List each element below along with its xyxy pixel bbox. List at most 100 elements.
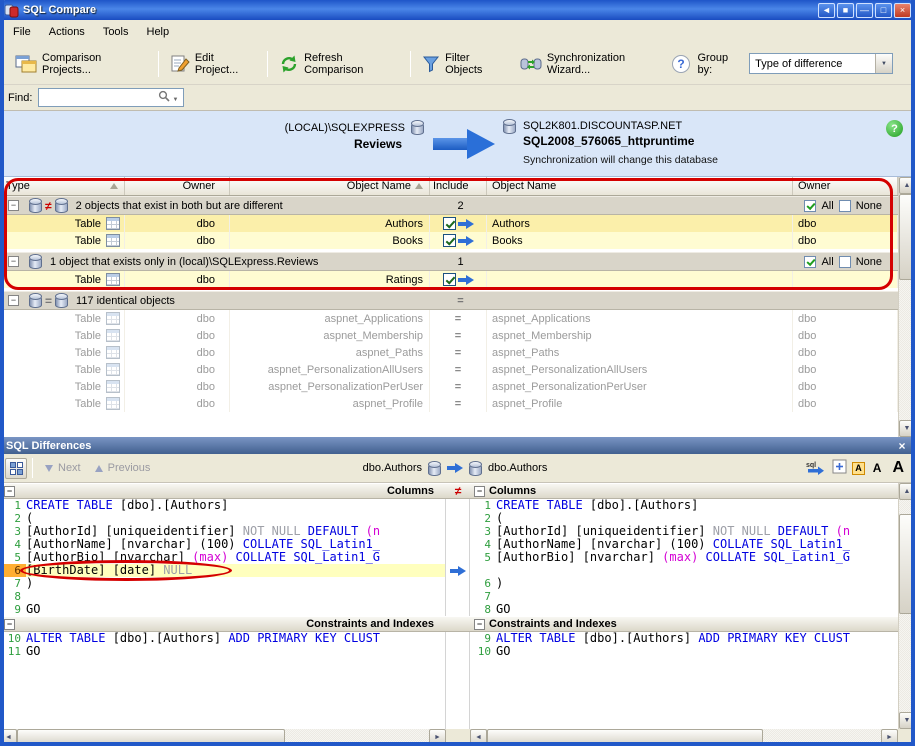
line-number: 10 bbox=[470, 645, 496, 658]
collapse-icon[interactable] bbox=[474, 619, 485, 630]
window-extra-button[interactable]: ◄ bbox=[818, 3, 835, 18]
column-header-object-right[interactable]: Object Name bbox=[487, 177, 793, 195]
chevron-down-icon[interactable] bbox=[170, 92, 180, 104]
object-type-label: Table bbox=[75, 330, 101, 342]
section-header-right[interactable]: Columns bbox=[470, 483, 898, 499]
include-all-icon[interactable] bbox=[804, 256, 816, 268]
find-input[interactable] bbox=[38, 88, 184, 107]
include-all-link[interactable]: All bbox=[821, 200, 833, 212]
include-all-icon[interactable] bbox=[804, 200, 816, 212]
help-icon[interactable]: ? bbox=[671, 54, 691, 74]
scroll-up-icon[interactable] bbox=[899, 177, 915, 194]
filter-objects-button[interactable]: Filter Objects bbox=[415, 49, 513, 79]
object-row[interactable]: Tabledboaspnet_Applications=aspnet_Appli… bbox=[0, 310, 898, 327]
scroll-right-icon[interactable] bbox=[429, 729, 446, 746]
scrollbar-thumb[interactable] bbox=[17, 729, 285, 746]
group-row[interactable]: =117 identical objects= bbox=[0, 291, 898, 310]
include-checkbox[interactable] bbox=[443, 273, 456, 286]
collapse-icon[interactable] bbox=[8, 256, 19, 267]
column-header-owner-right[interactable]: Owner bbox=[793, 177, 898, 195]
maximize-button[interactable]: □ bbox=[875, 3, 892, 18]
object-name-left: aspnet_PersonalizationPerUser bbox=[230, 378, 430, 395]
include-none-link[interactable]: None bbox=[856, 200, 882, 212]
collapse-icon[interactable] bbox=[4, 486, 15, 497]
include-all-link[interactable]: All bbox=[821, 256, 833, 268]
scroll-right-icon[interactable] bbox=[881, 729, 898, 746]
right-database-label: SQL2008_576065_httpruntime bbox=[523, 134, 718, 149]
scrollbar-thumb[interactable] bbox=[899, 194, 915, 280]
title-bar[interactable]: SQL Compare ◄ ■ — □ × bbox=[0, 0, 915, 20]
collapse-icon[interactable] bbox=[4, 619, 15, 630]
object-row[interactable]: TabledboAuthorsAuthorsdbo bbox=[0, 215, 898, 232]
help-icon[interactable] bbox=[886, 120, 903, 137]
comparison-projects-button[interactable]: Comparison Projects... bbox=[8, 49, 154, 79]
collapse-icon[interactable] bbox=[474, 486, 485, 497]
right-pane-hscrollbar[interactable] bbox=[470, 729, 898, 746]
code-line: 6) bbox=[470, 577, 898, 590]
diff-toolbar-right: sql A A A bbox=[805, 454, 907, 482]
object-row[interactable]: Tabledboaspnet_Paths=aspnet_Pathsdbo bbox=[0, 344, 898, 361]
window-extra-button-2[interactable]: ■ bbox=[837, 3, 854, 18]
scroll-up-icon[interactable] bbox=[899, 483, 915, 500]
line-number: 4 bbox=[470, 538, 496, 551]
database-icon bbox=[411, 120, 424, 135]
scroll-left-icon[interactable] bbox=[470, 729, 487, 746]
group-row[interactable]: 1 object that exists only in (local)\SQL… bbox=[0, 252, 898, 271]
left-pane-hscrollbar[interactable] bbox=[0, 729, 446, 746]
include-none-icon[interactable] bbox=[839, 256, 851, 268]
sql-view-icon[interactable]: sql bbox=[805, 459, 827, 478]
previous-difference-button[interactable]: Previous bbox=[88, 459, 158, 477]
column-header-include[interactable]: Include bbox=[430, 177, 487, 195]
object-row[interactable]: TabledboRatings bbox=[0, 271, 898, 288]
section-header-left[interactable]: Columns bbox=[0, 483, 446, 499]
view-mode-button[interactable] bbox=[5, 458, 27, 479]
menu-tools[interactable]: Tools bbox=[94, 23, 138, 41]
scroll-down-icon[interactable] bbox=[899, 420, 915, 437]
refresh-comparison-button[interactable]: Refresh Comparison bbox=[272, 49, 406, 79]
edit-project-button[interactable]: Edit Project... bbox=[163, 49, 263, 79]
font-size-small-button[interactable]: A bbox=[852, 462, 865, 475]
collapse-icon[interactable] bbox=[8, 200, 19, 211]
grid-vertical-scrollbar[interactable] bbox=[898, 177, 915, 437]
sql-differences-panel: SQL Differences Next Previous bbox=[0, 437, 915, 746]
column-header-owner-left[interactable]: Owner bbox=[125, 177, 230, 195]
sql-text: ( bbox=[26, 512, 33, 525]
object-row[interactable]: Tabledboaspnet_PersonalizationPerUser=as… bbox=[0, 378, 898, 395]
sync-wizard-button[interactable]: Synchronization Wizard... bbox=[513, 49, 672, 79]
menu-actions[interactable]: Actions bbox=[40, 23, 94, 41]
column-header-type[interactable]: Type bbox=[0, 177, 125, 195]
chevron-down-icon[interactable] bbox=[875, 54, 892, 73]
comparison-header: (LOCAL)\SQLEXPRESS Reviews SQL2K801.DISC… bbox=[0, 111, 915, 177]
include-checkbox[interactable] bbox=[443, 217, 456, 230]
section-header-left[interactable]: Constraints and Indexes bbox=[0, 616, 446, 632]
object-row[interactable]: Tabledboaspnet_Membership=aspnet_Members… bbox=[0, 327, 898, 344]
menu-file[interactable]: File bbox=[4, 23, 40, 41]
next-difference-button[interactable]: Next bbox=[38, 459, 88, 477]
object-row[interactable]: Tabledboaspnet_Profile=aspnet_Profiledbo bbox=[0, 395, 898, 412]
scrollbar-thumb[interactable] bbox=[487, 729, 763, 746]
column-header-object-left[interactable]: Object Name bbox=[230, 177, 430, 195]
menu-help[interactable]: Help bbox=[138, 23, 179, 41]
section-header-right[interactable]: Constraints and Indexes bbox=[470, 616, 898, 632]
code-row: 1CREATE TABLE [dbo].[Authors]1CREATE TAB… bbox=[0, 499, 915, 512]
scrollbar-thumb[interactable] bbox=[899, 514, 915, 614]
minimize-button[interactable]: — bbox=[856, 3, 873, 18]
object-row[interactable]: Tabledboaspnet_PersonalizationAllUsers=a… bbox=[0, 361, 898, 378]
scroll-left-icon[interactable] bbox=[0, 729, 17, 746]
font-size-large-button[interactable]: A bbox=[889, 458, 907, 478]
comparison-projects-label: Comparison Projects... bbox=[42, 52, 147, 76]
include-none-icon[interactable] bbox=[839, 200, 851, 212]
group-row[interactable]: ≠2 objects that exist in both but are di… bbox=[0, 196, 898, 215]
font-size-medium-button[interactable]: A bbox=[870, 460, 885, 476]
expand-all-sections-icon[interactable] bbox=[832, 459, 847, 477]
group-by-select[interactable]: Type of difference bbox=[749, 53, 893, 74]
collapse-icon[interactable] bbox=[8, 295, 19, 306]
include-none-link[interactable]: None bbox=[856, 256, 882, 268]
close-icon[interactable] bbox=[895, 439, 909, 453]
close-button[interactable]: × bbox=[894, 3, 911, 18]
table-icon bbox=[106, 346, 120, 359]
diff-vertical-scrollbar[interactable] bbox=[898, 483, 915, 729]
include-checkbox[interactable] bbox=[443, 234, 456, 247]
scroll-down-icon[interactable] bbox=[899, 712, 915, 729]
object-row[interactable]: TabledboBooksBooksdbo bbox=[0, 232, 898, 249]
